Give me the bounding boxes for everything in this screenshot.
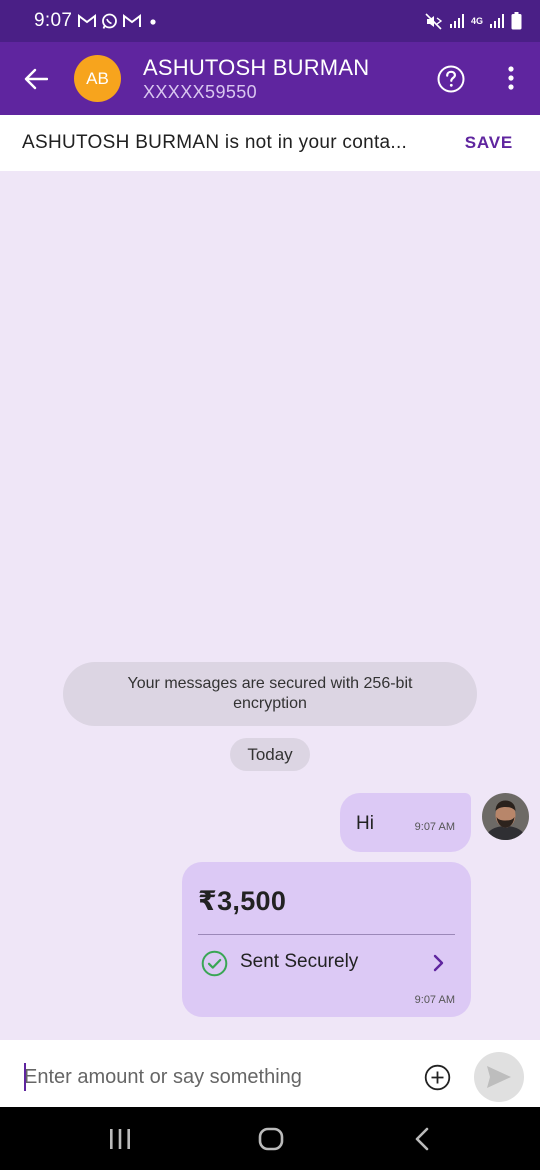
gmail-icon <box>123 14 142 27</box>
date-separator: Today <box>230 738 310 771</box>
message-time: 9:07 AM <box>414 821 455 833</box>
system-navigation-bar <box>0 1107 540 1170</box>
send-icon <box>487 1066 511 1088</box>
message-input[interactable] <box>24 1052 404 1102</box>
arrow-left-icon <box>24 68 48 89</box>
contact-info[interactable]: ASHUTOSH BURMAN XXXXX59550 <box>143 55 369 103</box>
payment-status: Sent Securely <box>240 951 359 972</box>
check-circle-icon <box>201 950 228 977</box>
chat-header: AB ASHUTOSH BURMAN XXXXX59550 <box>0 42 540 115</box>
more-vert-icon <box>508 66 514 90</box>
unsaved-contact-banner: ASHUTOSH BURMAN is not in your conta... … <box>0 115 540 171</box>
payment-card[interactable]: ₹3,500 Sent Securely 9:07 AM <box>182 862 471 1017</box>
more-options-button[interactable] <box>500 64 522 94</box>
back-button[interactable] <box>0 42 72 115</box>
help-icon <box>437 65 465 93</box>
banner-text: ASHUTOSH BURMAN is not in your conta... <box>22 132 408 153</box>
add-circle-icon[interactable] <box>424 1064 451 1091</box>
contact-number: XXXXX59550 <box>143 81 258 102</box>
status-time: 9:07 <box>34 10 73 31</box>
whatsapp-icon <box>102 13 118 29</box>
home-icon[interactable] <box>258 1127 284 1151</box>
recents-icon[interactable] <box>108 1127 132 1151</box>
contact-name: ASHUTOSH BURMAN <box>143 54 370 80</box>
system-icons: 4G <box>425 12 522 30</box>
send-button[interactable] <box>474 1052 524 1102</box>
dot-icon <box>150 19 156 25</box>
card-divider <box>198 934 455 935</box>
user-photo-icon <box>482 793 529 840</box>
gmail-icon <box>78 14 97 27</box>
help-button[interactable] <box>436 64 466 94</box>
outgoing-message[interactable]: Hi 9:07 AM <box>340 793 471 852</box>
encryption-notice: Your messages are secured with 256-bit e… <box>63 662 477 726</box>
payment-amount: ₹3,500 <box>198 886 287 916</box>
sender-avatar <box>482 793 529 840</box>
notification-icons <box>78 13 160 30</box>
back-icon[interactable] <box>413 1127 431 1151</box>
4g-icon: 4G <box>470 15 483 26</box>
payment-time: 9:07 AM <box>414 994 455 1006</box>
text-cursor <box>24 1063 26 1091</box>
signal-icon <box>490 14 504 28</box>
status-bar: 9:07 4G <box>0 0 540 42</box>
mute-icon <box>425 12 443 30</box>
chevron-right-icon[interactable] <box>432 953 446 973</box>
message-text: Hi <box>356 813 374 834</box>
save-contact-button[interactable]: SAVE <box>465 133 513 153</box>
signal-icon <box>449 14 464 28</box>
contact-avatar[interactable]: AB <box>74 55 121 102</box>
battery-icon <box>511 12 522 30</box>
